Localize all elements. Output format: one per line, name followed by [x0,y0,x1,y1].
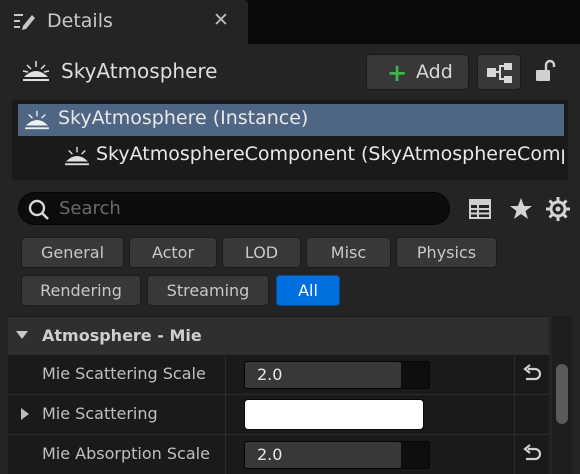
add-component-button[interactable]: + Add [366,54,469,90]
search-box[interactable] [18,192,450,225]
actor-name: SkyAtmosphere [61,59,218,83]
blueprint-button[interactable] [477,54,521,90]
add-button-label: Add [416,61,453,83]
component-tree: SkyAtmosphere (Instance) SkyAtmosphereCo… [12,100,568,180]
details-panel: SkyAtmosphere + Add SkyAtmosphere (Insta… [0,44,580,474]
search-input[interactable] [59,195,439,222]
reset-cell [514,395,549,434]
filter-general[interactable]: General [21,237,124,268]
property-name: Mie Scattering Scale [42,364,206,383]
filter-misc[interactable]: Misc [306,237,391,268]
filter-lod[interactable]: LOD [222,237,301,268]
property-name-cell: Mie Scattering Scale [8,355,226,394]
mie-scattering-scale-field[interactable]: 2.0 [244,361,430,389]
filter-all[interactable]: All [276,275,340,306]
filter-physics[interactable]: Physics [396,237,497,268]
reset-to-default-icon[interactable] [521,443,543,465]
tab-details[interactable]: Details ✕ [0,0,248,44]
mie-absorption-scale-field[interactable]: 2.0 [244,441,430,469]
tab-close-button[interactable]: ✕ [210,9,232,31]
tree-item-label: SkyAtmosphere (Instance) [58,107,309,129]
tree-item-component[interactable]: SkyAtmosphereComponent (SkyAtmosphereCom… [18,140,564,172]
tab-bar: Details ✕ [0,0,580,44]
reset-to-default-icon[interactable] [521,363,543,385]
settings-gear-icon[interactable] [545,196,571,222]
property-name: Mie Absorption Scale [42,444,210,463]
property-value: 2.0 [257,445,283,464]
property-row-mie-scattering: Mie Scattering [8,394,549,434]
search-icon [28,199,49,220]
property-name-cell: Mie Scattering [8,395,226,434]
filter-rendering[interactable]: Rendering [21,275,141,306]
details-pencil-icon [14,14,35,30]
sky-atmosphere-icon [22,61,50,81]
reset-cell [514,355,549,394]
mie-scattering-color-swatch[interactable] [244,399,424,430]
property-name-cell: Mie Absorption Scale [8,435,226,474]
favorites-star-icon[interactable] [508,196,534,222]
category-label: Atmosphere - Mie [42,326,202,345]
tree-item-actor-instance[interactable]: SkyAtmosphere (Instance) [18,104,564,136]
expand-arrow-icon[interactable] [21,408,29,420]
plus-icon: + [387,59,408,87]
category-atmosphere-mie[interactable]: Atmosphere - Mie [8,316,549,354]
sky-atmosphere-icon [25,110,49,130]
scrollbar-thumb[interactable] [556,364,568,424]
tab-title: Details [47,10,113,32]
blueprint-hierarchy-icon [487,63,512,83]
property-value: 2.0 [257,365,283,384]
reset-cell [514,435,549,474]
chevron-down-icon [16,331,28,339]
filter-streaming[interactable]: Streaming [147,275,269,306]
table-view-icon[interactable] [467,196,493,222]
scrollbar-track[interactable] [552,316,572,474]
property-row-mie-scattering-scale: Mie Scattering Scale 2.0 [8,354,549,394]
property-name: Mie Scattering [42,404,158,423]
filter-actor[interactable]: Actor [129,237,217,268]
actor-header: SkyAtmosphere + Add [0,44,580,100]
unlocked-padlock-icon[interactable] [533,58,559,84]
tree-item-label: SkyAtmosphereComponent (SkyAtmosphereCom… [96,143,564,165]
property-row-mie-absorption-scale: Mie Absorption Scale 2.0 [8,434,549,474]
sky-atmosphere-icon [65,146,89,166]
